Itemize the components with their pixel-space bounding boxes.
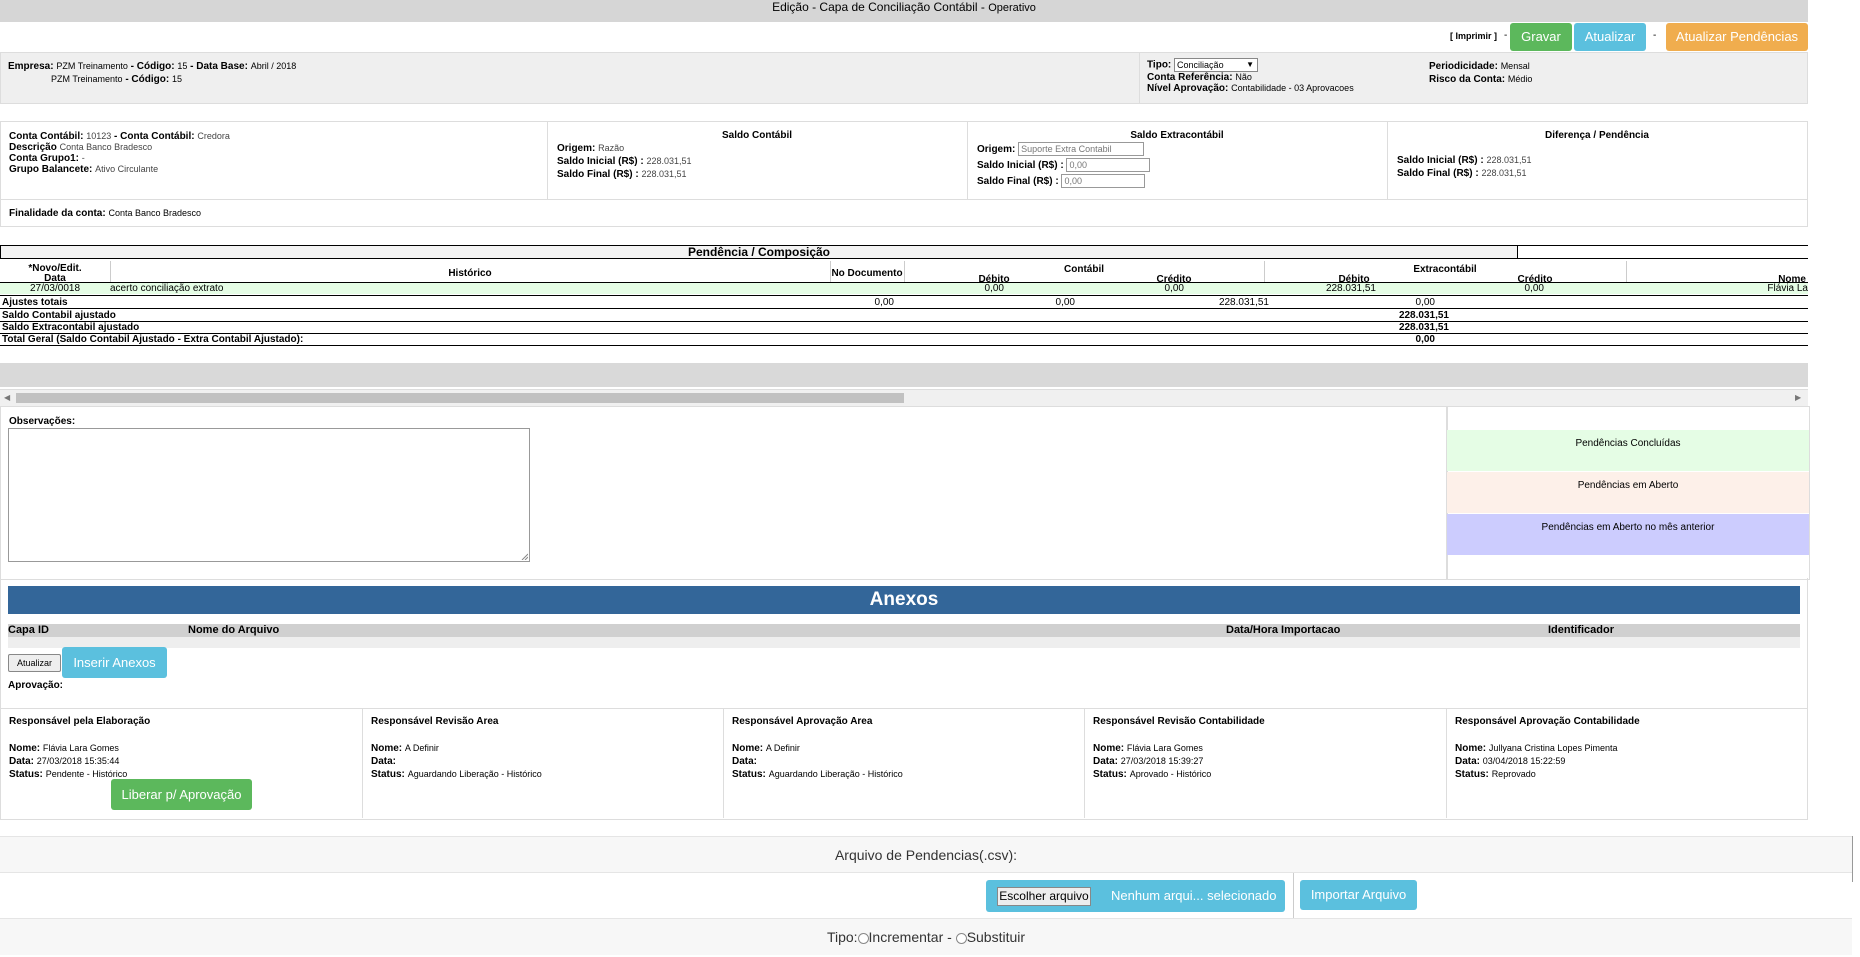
radio-incrementar[interactable] — [857, 932, 869, 944]
responsavel-nome: Flávia Lara Gomes — [1126, 743, 1203, 753]
radio-substituir[interactable] — [955, 932, 967, 944]
pending-grid: Pendência / Composição *Novo/Edit. Data … — [0, 245, 1808, 346]
col-documento: No Documento — [831, 268, 903, 279]
resize-handle-icon[interactable] — [520, 552, 528, 560]
finalidade-value: Conta Banco Bradesco — [108, 208, 202, 218]
tipo-select[interactable]: Conciliação ▼ — [1174, 58, 1259, 72]
observations-textarea[interactable] — [8, 428, 530, 562]
responsavel-title: Responsável Aprovação Contabilidade — [1455, 716, 1640, 727]
file-chooser[interactable]: Escolher arquivo Nenhum arqui... selecio… — [986, 880, 1285, 912]
scroll-thumb[interactable] — [16, 393, 904, 403]
responsavel-data: 27/03/2018 15:39:27 — [1120, 756, 1204, 766]
responsavel-title: Responsável Revisão Contabilidade — [1093, 716, 1265, 727]
save-button[interactable]: Gravar — [1510, 23, 1572, 51]
upload-title: Arquivo de Pendencias(.csv): — [0, 836, 1852, 873]
responsavel-col: Responsável Aprovação Contabilidade Nome:… — [1446, 708, 1808, 818]
toolbar: [ Imprimir ] - Gravar Atualizar - Atuali… — [0, 22, 1808, 52]
liberar-aprovacao-button[interactable]: Liberar p/ Aprovação — [111, 779, 252, 810]
legend-aberto: Pendências em Aberto — [1447, 472, 1809, 513]
responsavel-nome: A Definir — [765, 743, 800, 753]
responsavel-status[interactable]: Pendente - Histórico — [46, 769, 128, 779]
tipo-options: Tipo: Incrementar - Substituir — [0, 918, 1852, 955]
no-file-label: Nenhum arqui... selecionado — [1111, 888, 1277, 903]
saldo-contabil-title: Saldo Contábil — [722, 130, 792, 141]
saldo-inicial-input[interactable]: 0,00 — [1066, 158, 1151, 173]
horizontal-scrollbar[interactable]: ◀ ▶ — [0, 389, 1808, 407]
ajustes-label: Ajustes totais — [2, 297, 68, 308]
obs-label: Observações: — [9, 416, 76, 427]
legend-concluidas: Pendências Concluídas — [1447, 430, 1809, 471]
import-file-button[interactable]: Importar Arquivo — [1300, 880, 1417, 910]
title-bar: Edição - Capa de Conciliação Contábil - … — [0, 0, 1808, 22]
responsavel-nome: Jullyana Cristina Lopes Pimenta — [1488, 743, 1618, 753]
responsavel-title: Responsável pela Elaboração — [9, 716, 151, 727]
responsavel-status[interactable]: Aguardando Liberação - Histórico — [408, 769, 542, 779]
responsavel-col: Responsável Revisão Area Nome: A Definir D… — [362, 708, 724, 818]
account-balances-panel: Conta Contábil: 10123 - Conta Contábil: … — [0, 121, 1808, 227]
insert-anexos-button[interactable]: Inserir Anexos — [62, 647, 167, 678]
col-historico: Histórico — [448, 268, 492, 279]
aprovacao-label: Aprovação: — [8, 680, 64, 691]
print-link[interactable]: [ Imprimir ] — [1450, 31, 1497, 41]
upload-row: Escolher arquivo Nenhum arqui... selecio… — [0, 872, 1852, 919]
responsavel-data: 03/04/2018 15:22:59 — [1482, 756, 1566, 766]
responsavel-title: Responsável Aprovação Area — [732, 716, 873, 727]
responsavel-status[interactable]: Aguardando Liberação - Histórico — [769, 769, 903, 779]
anexos-table-header: Capa ID Nome do Arquivo Data/Hora Import… — [8, 624, 1800, 637]
legend-panel: Pendências Concluídas Pendências em Aber… — [1446, 406, 1810, 580]
table-row[interactable]: 27/03/0018 acerto conciliação extrato 0,… — [0, 283, 1808, 294]
scroll-right-icon[interactable]: ▶ — [1795, 393, 1801, 402]
responsavel-status[interactable]: Reprovado — [1492, 769, 1536, 779]
choose-file-button[interactable]: Escolher arquivo — [997, 887, 1091, 906]
origem-extra-input[interactable]: Suporte Extra Contabil — [1018, 142, 1145, 157]
responsavel-title: Responsável Revisão Area — [371, 716, 499, 727]
update-pending-button[interactable]: Atualizar Pendências — [1666, 23, 1808, 51]
responsavel-status[interactable]: Aprovado - Histórico — [1130, 769, 1212, 779]
page-title: Edição - Capa de Conciliação Contábil — [772, 0, 978, 14]
responsavel-nome: A Definir — [404, 743, 439, 753]
anexos-refresh-button[interactable]: Atualizar — [8, 654, 61, 672]
saldo-extra-title: Saldo Extracontábil — [1130, 130, 1224, 141]
page-subtitle: Operativo — [988, 2, 1036, 14]
responsavel-data: 27/03/2018 15:35:44 — [36, 756, 120, 766]
legend-anterior: Pendências em Aberto no mês anterior — [1447, 514, 1809, 555]
grid-title: Pendência / Composição — [0, 245, 1518, 259]
diferenca-title: Diferença / Pendência — [1545, 130, 1649, 141]
responsavel-nome: Flávia Lara Gomes — [42, 743, 119, 753]
refresh-button[interactable]: Atualizar — [1574, 23, 1646, 51]
scroll-left-icon[interactable]: ◀ — [4, 393, 10, 402]
saldo-final-input[interactable]: 0,00 — [1061, 174, 1146, 189]
responsavel-col: Responsável Aprovação Area Nome: A Defini… — [723, 708, 1085, 818]
anexos-title: Anexos — [8, 586, 1800, 614]
responsavel-col: Responsável Revisão Contabilidade Nome: F… — [1084, 708, 1446, 818]
company-info-panel: Empresa: PZM Treinamento - Código: 15 - … — [0, 52, 1808, 104]
